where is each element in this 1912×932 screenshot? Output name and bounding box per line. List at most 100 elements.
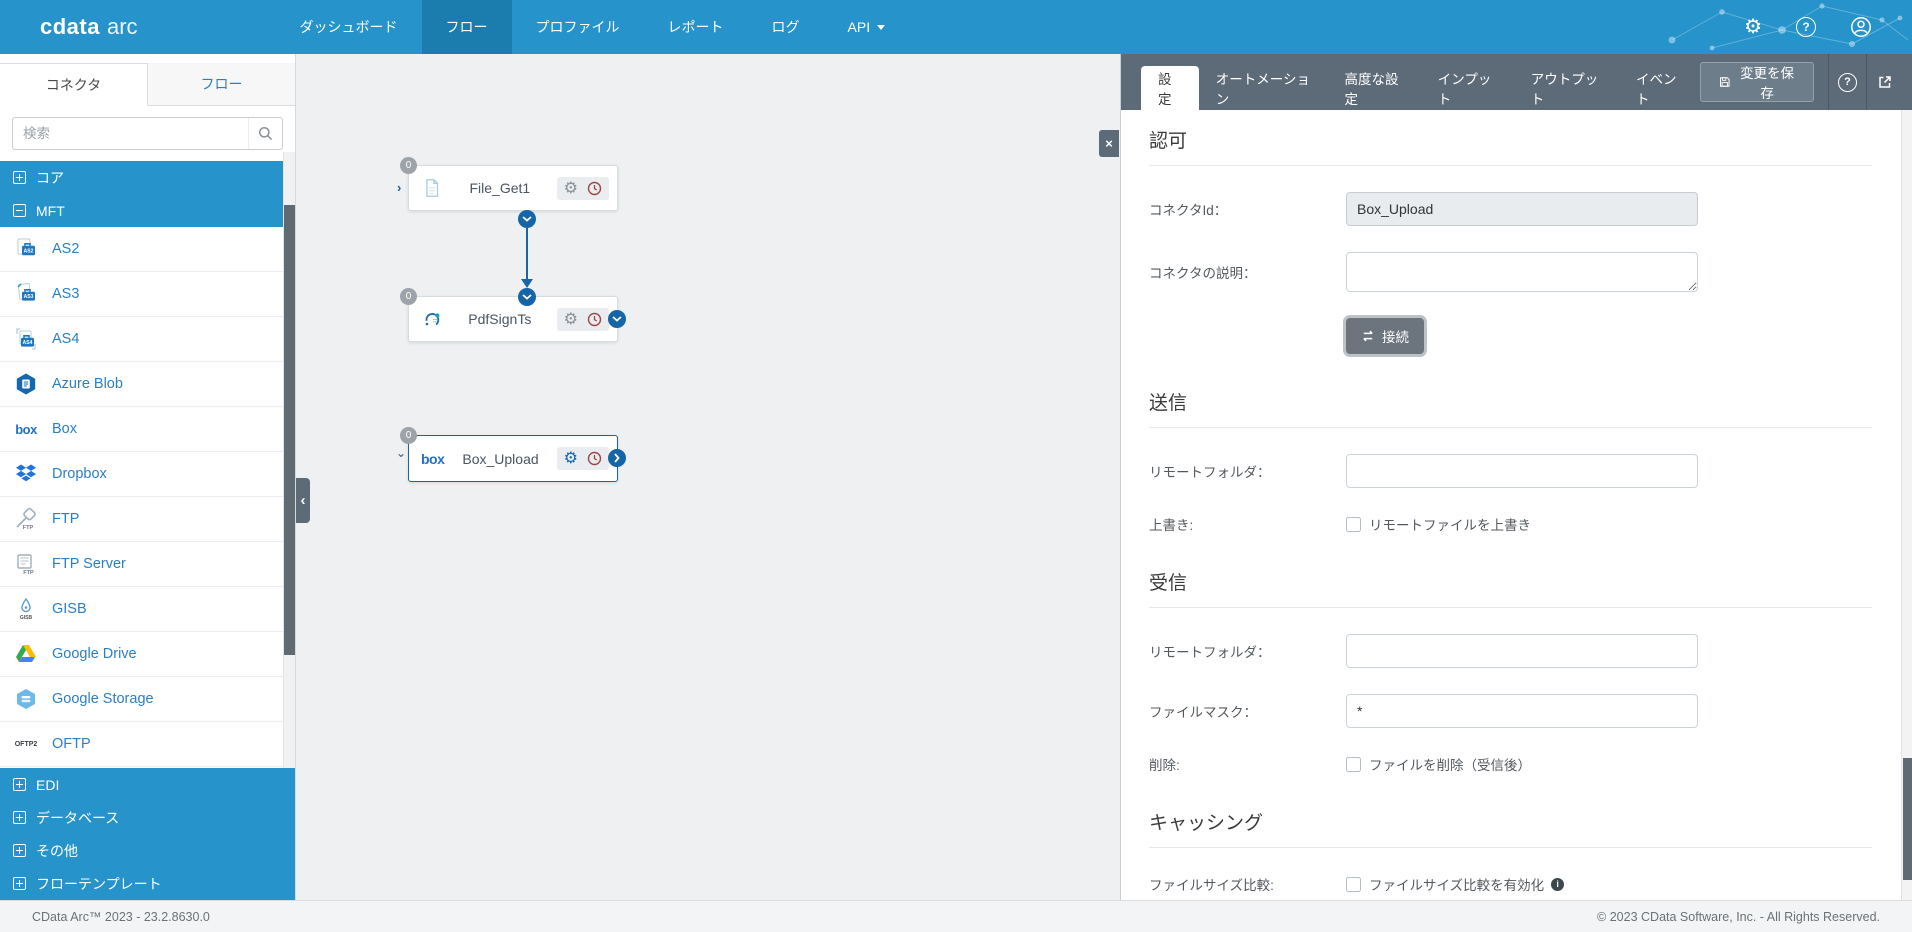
file-size-compare-label: ファイルサイズ比較:	[1149, 878, 1274, 893]
file-mask-input[interactable]	[1346, 694, 1698, 728]
file-size-compare-checkbox[interactable]	[1346, 876, 1361, 892]
send-remote-folder-label: リモートフォルダ：	[1149, 465, 1271, 480]
svg-text:AS3: AS3	[24, 294, 34, 300]
expand-plus-icon	[13, 171, 26, 184]
sidebar-item-google-drive[interactable]: Google Drive	[0, 632, 295, 677]
oftp-icon: OFTP2	[14, 740, 38, 748]
node-input-chevron-icon[interactable]	[397, 180, 401, 195]
node-output-port[interactable]	[518, 210, 536, 228]
nav-item-profile[interactable]: プロファイル	[512, 0, 644, 54]
navbar-actions: ?	[1744, 0, 1912, 54]
sidebar-item-ftp[interactable]: FTP FTP	[0, 497, 295, 542]
tab-advanced[interactable]: 高度な設定	[1327, 66, 1420, 110]
panel-close-button[interactable]	[1099, 130, 1119, 157]
svg-text:AS2: AS2	[24, 249, 34, 255]
delete-checkbox[interactable]	[1346, 756, 1361, 772]
sidebar-item-oftp[interactable]: OFTP2 OFTP	[0, 722, 295, 767]
panel-scrollbar-thumb[interactable]	[1903, 758, 1912, 880]
tab-automation[interactable]: オートメーション	[1199, 66, 1328, 110]
overwrite-label: 上書き:	[1149, 518, 1194, 533]
footer-copyright: © 2023 CData Software, Inc. - All Rights…	[1597, 909, 1880, 924]
tab-events[interactable]: イベント	[1619, 66, 1700, 110]
overwrite-checkbox[interactable]	[1346, 516, 1361, 532]
sidebar-item-dropbox[interactable]: Dropbox	[0, 452, 295, 497]
expand-plus-icon	[13, 778, 26, 791]
node-input-chevron-icon[interactable]	[396, 446, 406, 460]
group-mft[interactable]: MFT	[0, 194, 295, 227]
node-schedule-clock-icon[interactable]	[587, 181, 602, 196]
sidebar-item-as4[interactable]: AS4 AS4	[0, 317, 295, 362]
account-icon[interactable]	[1850, 16, 1872, 38]
box-icon: box	[15, 421, 37, 437]
sidebar-item-as2[interactable]: AS2 AS2	[0, 227, 295, 272]
node-file-get1[interactable]: File_Get1	[408, 165, 618, 211]
node-settings-gear-icon[interactable]	[564, 311, 578, 328]
sidebar-collapse-handle[interactable]	[296, 478, 310, 523]
sidebar-scrollbar[interactable]	[283, 152, 295, 768]
file-size-compare-option-label: ファイルサイズ比較を有効化	[1369, 878, 1545, 893]
node-pdfsignts[interactable]: PdfSignTs	[408, 296, 618, 342]
dropbox-icon	[14, 462, 38, 486]
nav-item-dashboard[interactable]: ダッシュボード	[276, 0, 422, 54]
sidebar-item-ftp-server[interactable]: FTP FTP Server	[0, 542, 295, 587]
node-input-port[interactable]	[518, 288, 536, 306]
sidebar-scrollbar-thumb[interactable]	[284, 205, 295, 655]
app-logo[interactable]: cdata arc	[0, 0, 176, 54]
node-actions	[556, 176, 609, 200]
tab-output[interactable]: アウトプット	[1514, 66, 1619, 110]
node-box-upload[interactable]: box Box_Upload	[408, 435, 618, 482]
nav-item-api[interactable]: API	[824, 0, 910, 54]
sidebar-item-as3[interactable]: AS3 AS3	[0, 272, 295, 317]
settings-gear-icon[interactable]	[1744, 17, 1762, 37]
node-schedule-clock-icon[interactable]	[587, 312, 602, 327]
connector-description-input[interactable]	[1346, 252, 1698, 292]
group-database[interactable]: データベース	[0, 801, 295, 834]
group-edi[interactable]: EDI	[0, 768, 295, 801]
connect-button[interactable]: 接続	[1346, 318, 1424, 354]
node-schedule-clock-icon[interactable]	[587, 451, 602, 466]
send-remote-folder-input[interactable]	[1346, 454, 1698, 488]
panel-scrollbar[interactable]	[1901, 110, 1912, 900]
info-icon[interactable]	[1551, 877, 1565, 891]
tab-input[interactable]: インプット	[1421, 66, 1514, 110]
receive-remote-folder-input[interactable]	[1346, 634, 1698, 668]
group-core[interactable]: コア	[0, 161, 295, 194]
tab-flows[interactable]: フロー	[148, 63, 295, 106]
panel-tab-bar: 設定 オートメーション 高度な設定 インプット アウトプット イベント 変更を保…	[1121, 54, 1912, 110]
nav-item-flow[interactable]: フロー	[421, 0, 512, 54]
group-other[interactable]: その他	[0, 834, 295, 867]
node-output-port[interactable]	[608, 310, 626, 328]
help-icon[interactable]: ?	[1796, 17, 1816, 37]
sidebar-item-gisb[interactable]: GISB GISB	[0, 587, 295, 632]
panel-actions: 変更を保存 ?	[1700, 54, 1904, 110]
tab-connectors[interactable]: コネクタ	[0, 63, 148, 106]
nav-item-report[interactable]: レポート	[644, 0, 748, 54]
connector-id-input[interactable]	[1346, 192, 1698, 226]
search-input[interactable]	[12, 117, 283, 150]
group-flow-templates[interactable]: フローテンプレート	[0, 867, 295, 900]
nav-item-log[interactable]: ログ	[748, 0, 824, 54]
tab-settings[interactable]: 設定	[1141, 66, 1199, 110]
collapse-minus-icon	[13, 204, 26, 217]
flow-canvas[interactable]: 0 File_Get1 0 PdfSignTs	[296, 54, 1120, 900]
sidebar-item-google-storage[interactable]: Google Storage	[0, 677, 295, 722]
sidebar-item-azure-blob[interactable]: Azure Blob	[0, 362, 295, 407]
save-changes-button[interactable]: 変更を保存	[1700, 62, 1815, 102]
node-output-port[interactable]	[608, 449, 626, 467]
open-external-button[interactable]	[1867, 54, 1904, 110]
sidebar: コネクタ フロー コア MFT	[0, 54, 296, 900]
message-count-badge: 0	[400, 427, 417, 444]
node-settings-gear-icon[interactable]	[564, 180, 578, 197]
panel-help-button[interactable]: ?	[1829, 54, 1866, 110]
svg-text:FTP: FTP	[23, 525, 34, 531]
search-button[interactable]	[248, 118, 282, 149]
svg-text:AS4: AS4	[23, 340, 33, 346]
footer-version: CData Arc™ 2023 - 23.2.8630.0	[32, 909, 210, 924]
node-label: PdfSignTs	[468, 311, 532, 327]
sidebar-item-box[interactable]: box Box	[0, 407, 295, 452]
node-settings-gear-icon[interactable]	[564, 450, 578, 467]
logo-arc: arc	[106, 14, 138, 39]
delete-label: 削除:	[1149, 758, 1180, 773]
sidebar-tabs: コネクタ フロー	[0, 54, 295, 106]
chevron-down-icon	[877, 24, 886, 30]
